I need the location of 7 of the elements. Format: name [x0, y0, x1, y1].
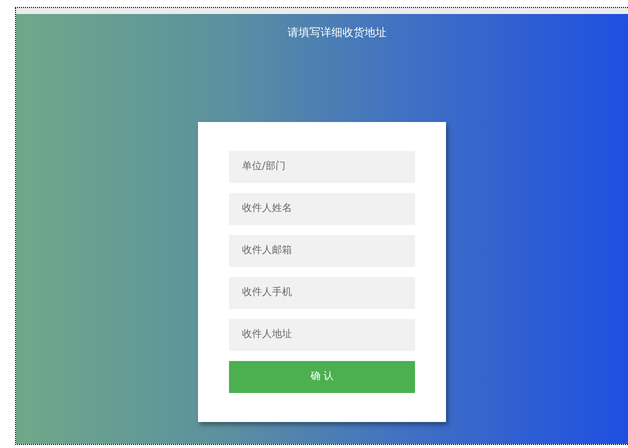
input-field[interactable]: 收件人姓名 — [229, 192, 415, 224]
input-field[interactable]: 收件人手机 — [229, 276, 415, 308]
input-field[interactable]: 单位/部门 — [229, 150, 415, 182]
confirm-button[interactable]: 确 认 — [229, 360, 415, 392]
input-field[interactable]: 收件人地址 — [229, 318, 415, 350]
page-title: 请填写详细收货地址 — [288, 25, 386, 41]
input-field[interactable]: 收件人邮箱 — [229, 234, 415, 266]
